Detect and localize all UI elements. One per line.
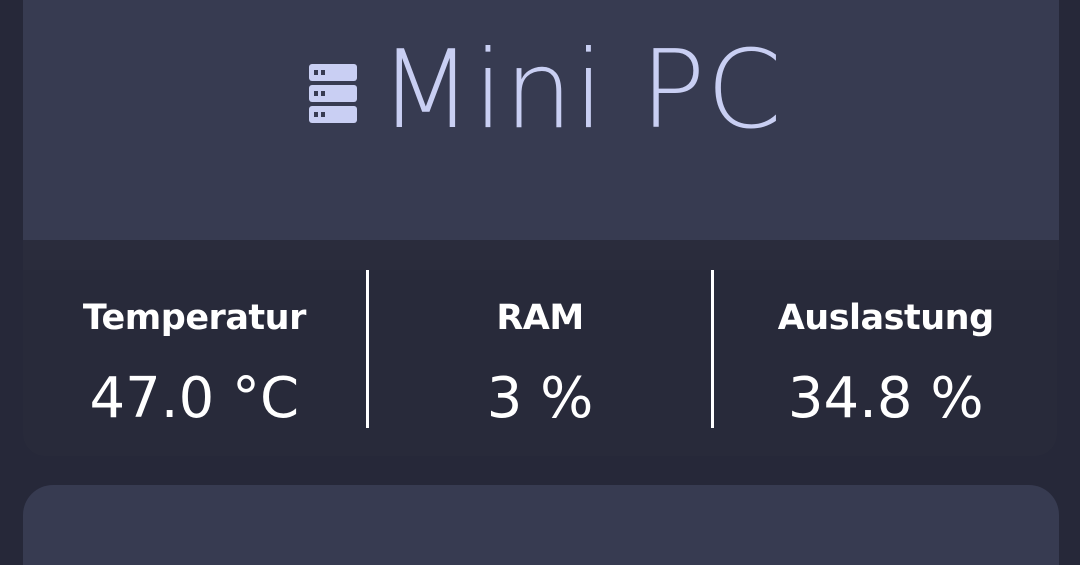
server-icon (309, 64, 358, 123)
stat-temperature[interactable]: Temperatur 47.0 °C (23, 270, 366, 456)
stat-ram[interactable]: RAM 3 % (369, 270, 712, 456)
stat-label: Auslastung (777, 298, 994, 338)
device-header: Mini PC (309, 37, 783, 145)
stats-card: Temperatur 47.0 °C RAM 3 % Auslastung 34… (23, 270, 1057, 456)
stat-label: RAM (496, 298, 584, 338)
device-title: Mini PC (379, 28, 783, 153)
stat-value: 34.8 % (787, 366, 984, 431)
device-header-card[interactable]: Mini PC (23, 0, 1059, 240)
header-separator-strip (23, 240, 1059, 270)
stat-value: 3 % (486, 366, 594, 431)
stat-load[interactable]: Auslastung 34.8 % (714, 270, 1057, 456)
stat-label: Temperatur (82, 298, 307, 338)
next-card[interactable] (23, 485, 1059, 565)
stat-value: 47.0 °C (89, 366, 300, 431)
